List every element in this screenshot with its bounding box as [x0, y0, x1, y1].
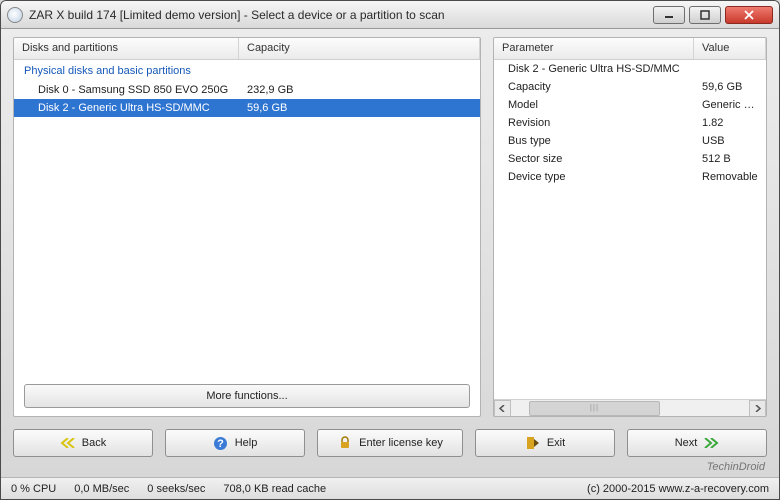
app-window: ZAR X build 174 [Limited demo version] -… [0, 0, 780, 500]
close-button[interactable] [725, 6, 773, 24]
detail-param: Model [494, 98, 694, 112]
detail-value: 1.82 [694, 116, 766, 130]
column-parameter[interactable]: Parameter [494, 38, 694, 59]
detail-row: Device typeRemovable [494, 168, 766, 186]
back-button[interactable]: Back [13, 429, 153, 457]
back-icon [60, 435, 76, 451]
detail-value: Generic Ultra HS [694, 98, 766, 112]
detail-value: USB [694, 134, 766, 148]
details-hscrollbar[interactable] [494, 399, 766, 416]
back-label: Back [82, 437, 106, 449]
disk-name: Disk 2 - Generic Ultra HS-SD/MMC [14, 101, 239, 115]
button-bar: Back ? Help Enter license key Exit Next [13, 429, 767, 457]
statusbar: 0 % CPU 0,0 MB/sec 0 seeks/sec 708,0 KB … [1, 477, 779, 499]
panels: Disks and partitions Capacity Physical d… [13, 37, 767, 417]
app-icon [7, 7, 23, 23]
client-area: Disks and partitions Capacity Physical d… [13, 37, 767, 469]
detail-value: 512 B [694, 152, 766, 166]
exit-icon [525, 435, 541, 451]
details-panel: Parameter Value Disk 2 - Generic Ultra H… [493, 37, 767, 417]
disk-row[interactable]: Disk 2 - Generic Ultra HS-SD/MMC59,6 GB [14, 99, 480, 117]
detail-value: Removable [694, 170, 766, 184]
status-copyright: (c) 2000-2015 www.z-a-recovery.com [587, 483, 769, 495]
titlebar: ZAR X build 174 [Limited demo version] -… [1, 1, 779, 29]
disks-header: Disks and partitions Capacity [14, 38, 480, 60]
exit-label: Exit [547, 437, 565, 449]
window-controls [649, 6, 773, 24]
detail-value: 59,6 GB [694, 80, 766, 94]
scroll-right-icon[interactable] [749, 400, 766, 417]
help-label: Help [235, 437, 258, 449]
detail-param: Capacity [494, 80, 694, 94]
more-functions-button[interactable]: More functions... [24, 384, 470, 408]
help-icon: ? [213, 435, 229, 451]
detail-param: Disk 2 - Generic Ultra HS-SD/MMC [494, 62, 694, 76]
exit-button[interactable]: Exit [475, 429, 615, 457]
minimize-button[interactable] [653, 6, 685, 24]
column-disks[interactable]: Disks and partitions [14, 38, 239, 59]
scroll-track[interactable] [511, 400, 749, 417]
license-label: Enter license key [359, 437, 443, 449]
details-list: Disk 2 - Generic Ultra HS-SD/MMC Capacity… [494, 60, 766, 399]
details-header: Parameter Value [494, 38, 766, 60]
disks-panel: Disks and partitions Capacity Physical d… [13, 37, 481, 417]
scroll-left-icon[interactable] [494, 400, 511, 417]
status-seeks: 0 seeks/sec [147, 483, 205, 495]
lock-icon [337, 435, 353, 451]
detail-param: Sector size [494, 152, 694, 166]
column-capacity[interactable]: Capacity [239, 38, 480, 59]
scroll-thumb[interactable] [529, 401, 660, 416]
enter-license-button[interactable]: Enter license key [317, 429, 463, 457]
maximize-button[interactable] [689, 6, 721, 24]
disk-name: Disk 0 - Samsung SSD 850 EVO 250G [14, 83, 239, 97]
detail-param: Revision [494, 116, 694, 130]
detail-value [694, 68, 766, 70]
status-mbs: 0,0 MB/sec [74, 483, 129, 495]
detail-row: Sector size512 B [494, 150, 766, 168]
next-button[interactable]: Next [627, 429, 767, 457]
next-icon [703, 435, 719, 451]
disk-group-label: Physical disks and basic partitions [14, 60, 480, 81]
status-cpu: 0 % CPU [11, 483, 56, 495]
detail-row: Capacity59,6 GB [494, 78, 766, 96]
detail-param: Bus type [494, 134, 694, 148]
disk-capacity: 59,6 GB [239, 101, 480, 115]
help-button[interactable]: ? Help [165, 429, 305, 457]
detail-row: ModelGeneric Ultra HS [494, 96, 766, 114]
detail-row: Disk 2 - Generic Ultra HS-SD/MMC [494, 60, 766, 78]
detail-row: Bus typeUSB [494, 132, 766, 150]
detail-param: Device type [494, 170, 694, 184]
window-title: ZAR X build 174 [Limited demo version] -… [29, 8, 649, 22]
next-label: Next [675, 437, 698, 449]
column-value[interactable]: Value [694, 38, 766, 59]
svg-text:?: ? [217, 438, 224, 450]
disks-list[interactable]: Physical disks and basic partitions Disk… [14, 60, 480, 378]
detail-row: Revision1.82 [494, 114, 766, 132]
disk-row[interactable]: Disk 0 - Samsung SSD 850 EVO 250G232,9 G… [14, 81, 480, 99]
disk-capacity: 232,9 GB [239, 83, 480, 97]
status-cache: 708,0 KB read cache [223, 483, 326, 495]
